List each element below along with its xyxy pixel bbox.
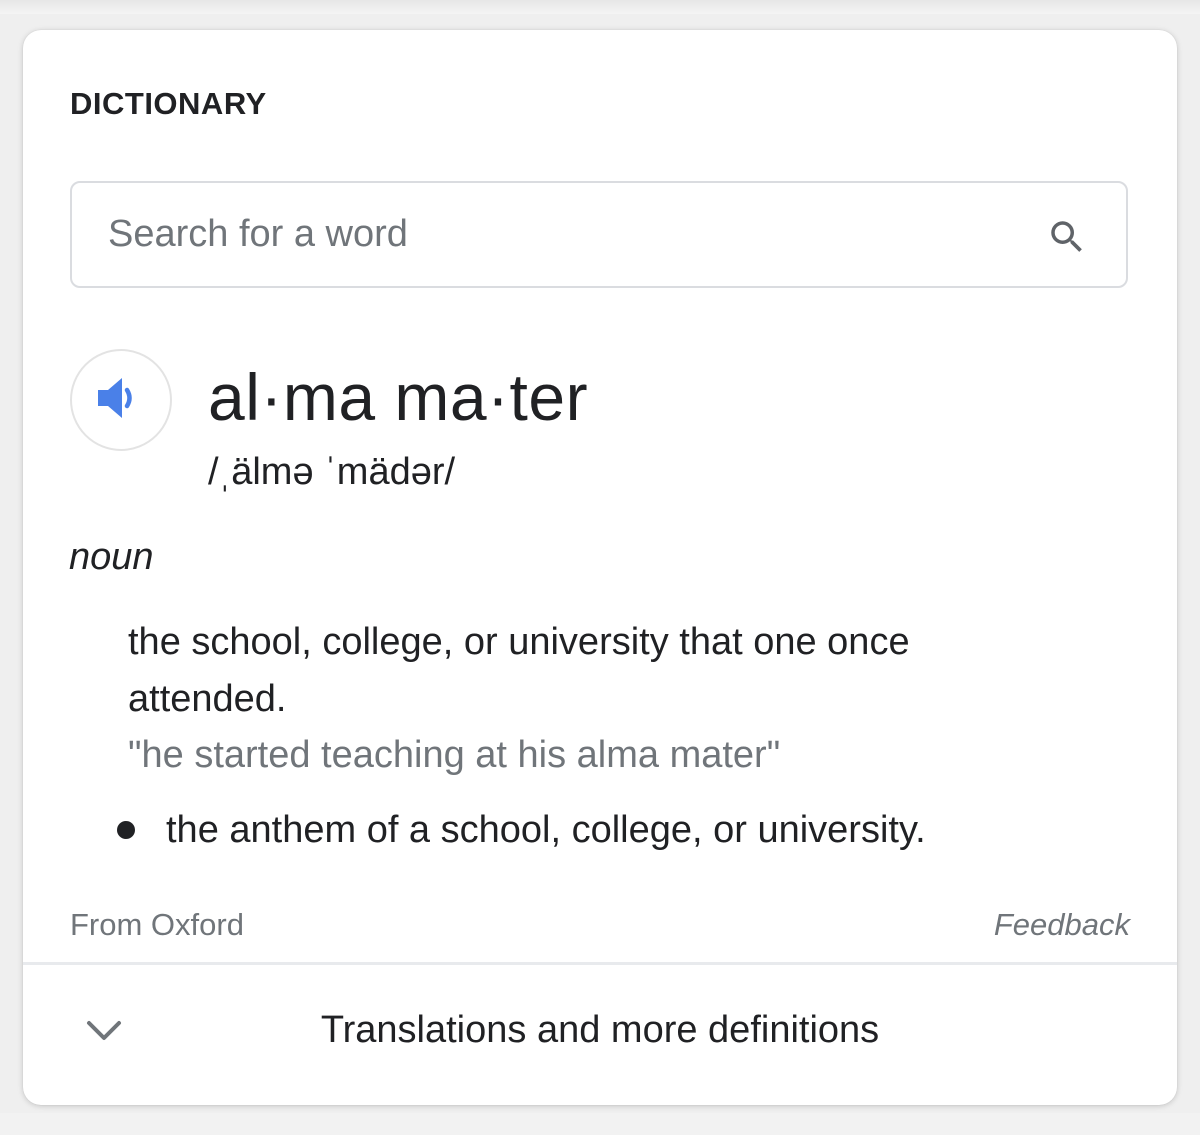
card-heading: DICTIONARY — [70, 86, 267, 121]
pronunciation: /ˌälmə ˈmädər/ — [208, 451, 456, 493]
search-icon[interactable] — [1046, 216, 1088, 258]
page-background-bottom — [0, 1113, 1200, 1135]
pronunciation-audio-button[interactable] — [70, 349, 172, 451]
search-box — [70, 181, 1128, 288]
translations-expander[interactable]: Translations and more definitions — [23, 965, 1177, 1105]
example-sentence: "he started teaching at his alma mater" — [128, 734, 781, 776]
bullet-icon — [117, 821, 135, 839]
page-background-top — [0, 0, 1200, 14]
source-attribution: From Oxford — [70, 907, 244, 942]
search-input[interactable] — [108, 183, 1008, 286]
sub-definition-text: the anthem of a school, college, or univ… — [166, 809, 926, 851]
definition-text: the school, college, or university that … — [128, 621, 910, 720]
speaker-icon — [96, 375, 146, 426]
headword: al·ma ma·ter — [208, 360, 589, 434]
dictionary-card: DICTIONARY al·ma ma·ter /ˌälmə ˈmädər/ n… — [23, 30, 1177, 1105]
translations-label: Translations and more definitions — [320, 1009, 880, 1051]
part-of-speech: noun — [69, 536, 154, 578]
feedback-link[interactable]: Feedback — [994, 907, 1130, 943]
